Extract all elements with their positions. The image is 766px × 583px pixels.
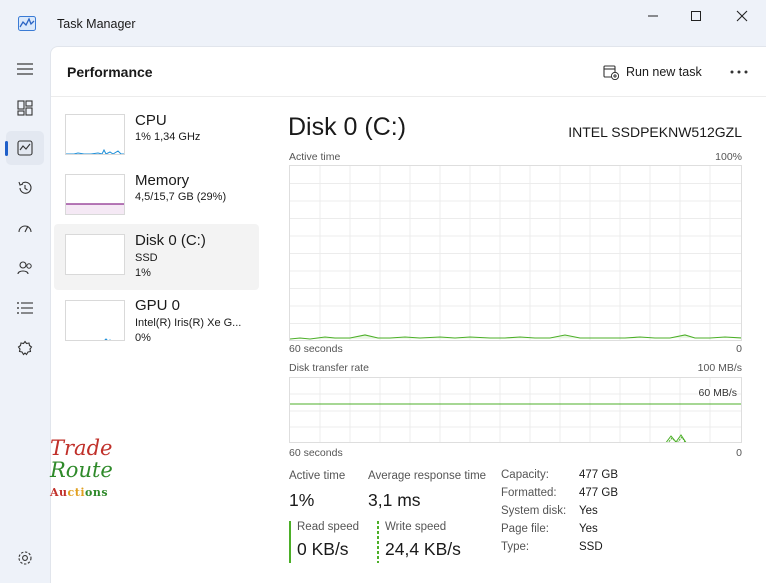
processes-icon [17,100,33,116]
nav-app-history[interactable] [6,171,44,205]
startup-apps-icon [18,225,32,233]
minimize-button[interactable] [630,0,676,32]
system-disk-value: Yes [579,505,598,517]
transfer-rate-graph-min: 0 [736,447,742,459]
services-icon [17,340,33,356]
title-bar: Task Manager [0,0,766,46]
type-value: SSD [579,541,603,553]
active-time-graph-max: 100% [715,151,742,163]
type-label: Type: [501,541,530,553]
transfer-rate-marker-label: 60 MB/s [698,387,737,399]
device-name: Memory [135,172,190,189]
app-history-icon [18,181,32,194]
navigation-rail [0,46,50,583]
hamburger-menu-button[interactable] [6,52,44,86]
hamburger-menu-icon [17,63,33,75]
read-speed-label: Read speed [297,521,360,533]
nav-processes[interactable] [6,91,44,125]
disk-thumbnail-graph [65,234,125,275]
device-memory[interactable]: Memory 4,5/15,7 GB (29%) [54,165,259,231]
task-manager-app-icon [18,16,36,31]
users-icon [17,261,32,275]
formatted-label: Formatted: [501,487,557,499]
device-subtitle: SSD [135,252,158,264]
write-speed-label: Write speed [385,521,447,533]
settings-icon [18,551,32,565]
command-bar: Performance Run new task [51,47,766,97]
transfer-rate-graph-label: Disk transfer rate [289,362,369,374]
nav-users[interactable] [6,251,44,285]
formatted-value: 477 GB [579,487,618,499]
device-cpu[interactable]: CPU 1% 1,34 GHz [54,105,259,171]
active-time-graph-svg [290,166,741,340]
device-usage: 1% [135,267,151,279]
nav-details[interactable] [6,291,44,325]
device-model: INTEL SSDPEKNW512GZL [568,124,742,140]
capacity-value: 477 GB [579,469,618,481]
avg-response-time-label: Average response time [368,470,487,482]
page-file-label: Page file: [501,523,549,535]
trade-route-watermark-logo: Trade Route Auctions [50,436,116,506]
transfer-rate-graph-max: 100 MB/s [697,362,742,374]
page-file-value: Yes [579,523,598,535]
more-options-button[interactable] [727,61,751,83]
transfer-rate-graph-duration: 60 seconds [289,447,343,459]
device-name: CPU [135,112,167,129]
device-name: Disk 0 (C:) [135,232,206,249]
nav-startup-apps[interactable] [6,211,44,245]
device-subtitle: Intel(R) Iris(R) Xe G... [135,317,242,329]
gpu-thumbnail-graph [65,300,125,341]
watermark-line-3: Auctions [50,486,109,499]
main-panel: Performance Run new task CPU 1% 1,34 GHz… [50,46,766,583]
device-disk-0[interactable]: Disk 0 (C:) SSD 1% [54,224,259,290]
page-title: Performance [67,64,153,80]
device-gpu-0[interactable]: GPU 0 Intel(R) Iris(R) Xe G... 0% [54,291,259,357]
nav-services[interactable] [6,331,44,365]
write-speed-indicator [377,521,379,563]
system-disk-label: System disk: [501,505,567,517]
write-speed-value: 24,4 KB/s [385,539,461,559]
active-time-graph-min: 0 [736,343,742,355]
cpu-thumbnail-graph [65,114,125,155]
device-usage: 0% [135,332,151,344]
device-detail-title: Disk 0 (C:) [288,113,407,141]
maximize-button[interactable] [673,0,719,32]
memory-thumbnail-graph [65,174,125,215]
active-time-value: 1% [289,490,315,510]
read-speed-value: 0 KB/s [297,539,349,559]
transfer-rate-graph-svg [290,378,741,442]
capacity-label: Capacity: [501,469,549,481]
performance-icon [17,140,33,156]
nav-settings[interactable] [6,541,44,575]
watermark-line-2: Route [50,458,113,482]
close-button[interactable] [719,0,765,32]
details-icon [17,302,33,314]
active-time-graph-duration: 60 seconds [289,343,343,355]
run-new-task-label: Run new task [626,65,702,79]
transfer-rate-graph: 60 MB/s [289,377,742,443]
device-subtitle: 1% 1,34 GHz [135,131,201,143]
nav-performance[interactable] [5,131,44,165]
active-time-label: Active time [289,470,346,482]
more-options-icon [730,70,748,74]
watermark-line-1: Trade [50,436,113,460]
window-title: Task Manager [57,17,136,31]
read-speed-indicator [289,521,291,563]
active-time-graph [289,165,742,341]
run-new-task-icon [603,65,619,80]
device-subtitle: 4,5/15,7 GB (29%) [135,191,227,203]
device-name: GPU 0 [135,297,181,314]
active-time-graph-label: Active time [289,151,341,163]
avg-response-time-value: 3,1 ms [368,490,421,510]
active-nav-indicator [5,141,8,156]
run-new-task-button[interactable]: Run new task [603,61,702,83]
